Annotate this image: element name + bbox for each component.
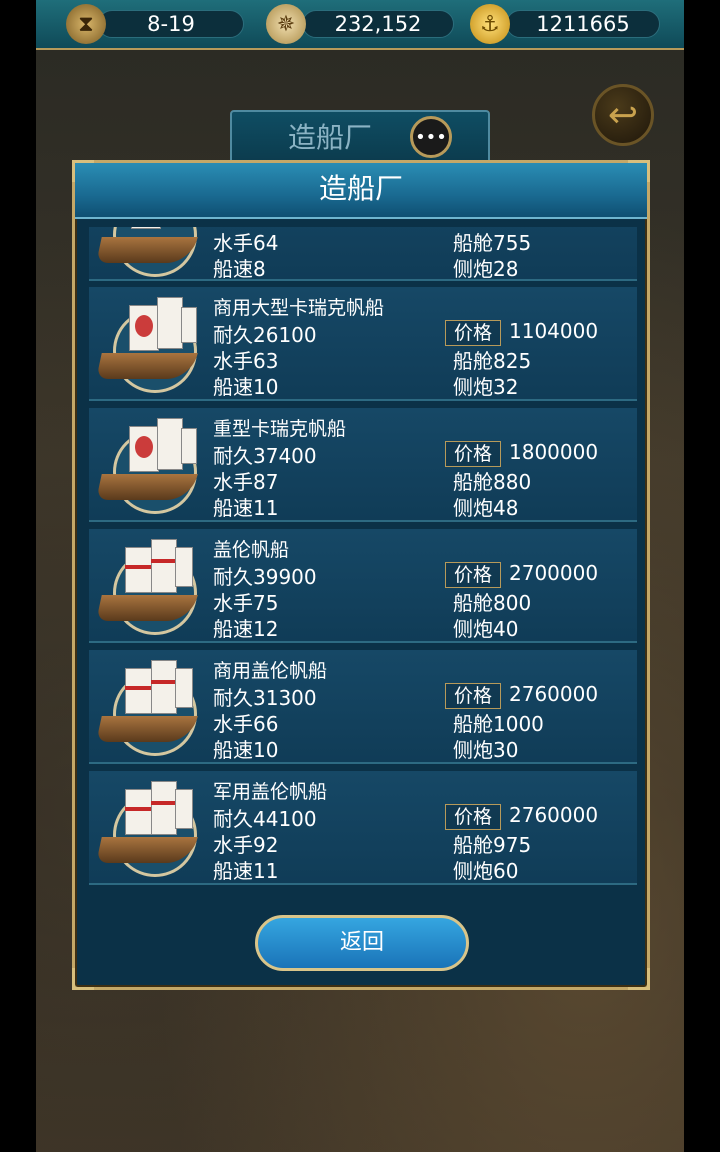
value-speed: 8 [253, 257, 266, 281]
ship-image [95, 227, 201, 281]
ship-name: 军用盖伦帆船 [213, 781, 328, 803]
date-value: 8-19 [147, 12, 195, 36]
partial-sailors: 水手64 [213, 227, 278, 256]
ship-cabin: 船舱880 [453, 470, 532, 494]
shipyard-dialog: 造船厂 水手64 船速8 船舱755 侧炮28 商用大型卡瑞克帆船 耐久2610… [72, 160, 650, 990]
ship-row[interactable]: 军用盖伦帆船 耐久44100 水手92 船速11 价格 2760000 船舱97… [89, 771, 637, 885]
ship-sailors: 水手63 [213, 349, 279, 373]
ship-cannon: 侧炮60 [453, 859, 519, 883]
partial-cannon: 侧炮28 [453, 253, 518, 282]
ship-sailors: 水手92 [213, 833, 279, 857]
corner-ornament [72, 160, 94, 182]
letterbox-left [0, 0, 36, 1152]
ship-image [95, 775, 201, 881]
ship-speed: 船速10 [213, 375, 279, 399]
ship-row[interactable]: 商用盖伦帆船 耐久31300 水手66 船速10 价格 2760000 船舱10… [89, 650, 637, 764]
return-button[interactable]: 返回 [255, 915, 469, 971]
ship-cabin: 船舱800 [453, 591, 532, 615]
ship-durability: 耐久39900 [213, 565, 317, 589]
hourglass-icon: ⧗ [66, 4, 106, 44]
ship-speed: 船速10 [213, 738, 279, 762]
compass-icon: ✵ [266, 4, 306, 44]
ship-name: 盖伦帆船 [213, 539, 290, 561]
compass-resource: 232,152 [302, 10, 454, 38]
ship-cabin: 船舱975 [453, 833, 532, 857]
label-sailors: 水手 [213, 231, 253, 255]
ship-durability: 耐久44100 [213, 807, 317, 831]
ship-row-partial[interactable]: 水手64 船速8 船舱755 侧炮28 [89, 227, 637, 281]
ship-name: 重型卡瑞克帆船 [213, 418, 347, 440]
price-label: 价格 [445, 804, 501, 830]
chat-bubble-icon[interactable]: ••• [410, 116, 452, 158]
back-arrow-icon[interactable]: ↩ [592, 84, 654, 146]
corner-ornament [628, 968, 650, 990]
label-cabin: 船舱 [453, 231, 493, 255]
ship-cannon: 侧炮32 [453, 375, 519, 399]
ship-image [95, 533, 201, 639]
corner-ornament [628, 160, 650, 182]
ship-cabin: 船舱1000 [453, 712, 544, 736]
ship-durability: 耐久26100 [213, 323, 317, 347]
letterbox-right [684, 0, 720, 1152]
return-button-label: 返回 [339, 930, 384, 955]
price-label: 价格 [445, 320, 501, 346]
ship-image [95, 291, 201, 397]
price-label: 价格 [445, 562, 501, 588]
ship-durability: 耐久31300 [213, 686, 317, 710]
ship-image [95, 654, 201, 760]
ship-price: 2700000 [509, 561, 599, 585]
partial-cabin: 船舱755 [453, 227, 531, 256]
ship-sailors: 水手66 [213, 712, 279, 736]
ship-list[interactable]: 水手64 船速8 船舱755 侧炮28 商用大型卡瑞克帆船 耐久26100 水手… [89, 227, 637, 899]
gold-resource: 1211665 [506, 10, 660, 38]
ship-price: 2760000 [509, 803, 599, 827]
ship-price: 1104000 [509, 319, 599, 343]
value-cannon: 28 [493, 257, 519, 281]
label-speed: 船速 [213, 257, 253, 281]
ship-row[interactable]: 盖伦帆船 耐久39900 水手75 船速12 价格 2700000 船舱800 … [89, 529, 637, 643]
ship-durability: 耐久37400 [213, 444, 317, 468]
partial-speed: 船速8 [213, 253, 266, 282]
corner-ornament [72, 968, 94, 990]
resource-bar: 8-19 ⧗ 232,152 ✵ 1211665 ⚓ [36, 0, 684, 50]
ship-name: 商用大型卡瑞克帆船 [213, 297, 385, 319]
gold-value: 1211665 [536, 12, 630, 36]
ship-speed: 船速11 [213, 496, 279, 520]
date-display: 8-19 [98, 10, 244, 38]
price-label: 价格 [445, 441, 501, 467]
label-cannon: 侧炮 [453, 257, 493, 281]
ship-cabin: 船舱825 [453, 349, 532, 373]
price-label: 价格 [445, 683, 501, 709]
ship-price: 1800000 [509, 440, 599, 464]
ship-cannon: 侧炮40 [453, 617, 519, 641]
ship-row[interactable]: 商用大型卡瑞克帆船 耐久26100 水手63 船速10 价格 1104000 船… [89, 287, 637, 401]
value-cabin: 755 [493, 231, 532, 255]
ship-sailors: 水手75 [213, 591, 279, 615]
compass-value: 232,152 [334, 12, 422, 36]
ship-row[interactable]: 重型卡瑞克帆船 耐久37400 水手87 船速11 价格 1800000 船舱8… [89, 408, 637, 522]
ship-speed: 船速11 [213, 859, 279, 883]
ship-price: 2760000 [509, 682, 599, 706]
ship-image [95, 412, 201, 518]
ship-name: 商用盖伦帆船 [213, 660, 328, 682]
ship-sailors: 水手87 [213, 470, 279, 494]
shipyard-tab-title: 造船厂 [287, 121, 372, 154]
dialog-title-bar: 造船厂 [75, 163, 647, 219]
value-sailors: 64 [253, 231, 279, 255]
ship-cannon: 侧炮48 [453, 496, 519, 520]
gold-coin-icon: ⚓ [470, 4, 510, 44]
ship-speed: 船速12 [213, 617, 279, 641]
ship-cannon: 侧炮30 [453, 738, 519, 762]
dialog-title: 造船厂 [318, 172, 403, 205]
